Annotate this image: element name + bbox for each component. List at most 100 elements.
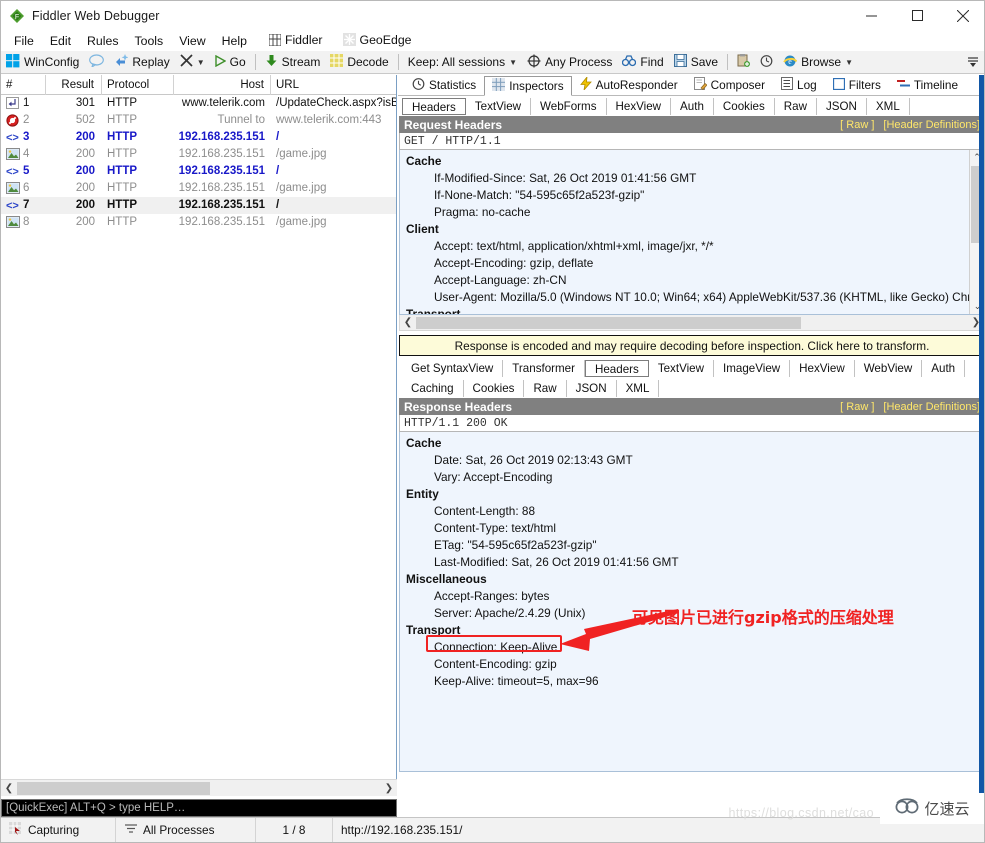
tab-inspectors[interactable]: Inspectors: [484, 76, 571, 96]
decode-button[interactable]: Decode: [325, 52, 393, 73]
tab-log[interactable]: Log: [773, 75, 825, 95]
maximize-button[interactable]: [894, 1, 940, 30]
timeline-stopwatch-button[interactable]: [755, 52, 778, 73]
response-header-definitions-link[interactable]: [Header Definitions]: [883, 401, 980, 413]
table-row[interactable]: 4200HTTP192.168.235.151/game.jpg: [1, 146, 396, 163]
header-item[interactable]: User-Agent: Mozilla/5.0 (Windows NT 10.0…: [406, 289, 984, 306]
header-item[interactable]: Date: Sat, 26 Oct 2019 02:13:43 GMT: [406, 452, 984, 469]
subtab-xml[interactable]: XML: [867, 98, 910, 115]
header-item[interactable]: Accept-Encoding: gzip, deflate: [406, 255, 984, 272]
table-row[interactable]: <>3200HTTP192.168.235.151/: [1, 129, 396, 146]
close-button[interactable]: [940, 1, 985, 30]
menu-view[interactable]: View: [171, 32, 213, 50]
request-header-definitions-link[interactable]: [Header Definitions]: [883, 119, 980, 131]
chevron-down-icon[interactable]: ▼: [197, 58, 205, 67]
quickexec-input[interactable]: [QuickExec] ALT+Q > type HELP…: [1, 799, 397, 817]
scroll-thumb[interactable]: [416, 317, 801, 329]
subtab-auth[interactable]: Auth: [671, 98, 714, 115]
header-item[interactable]: Content-Encoding: gzip: [406, 656, 984, 673]
status-capturing[interactable]: Capturing: [1, 818, 116, 843]
menu-rules[interactable]: Rules: [79, 32, 126, 50]
column-header-result[interactable]: Result: [46, 75, 102, 95]
header-item[interactable]: Content-Type: text/html: [406, 520, 984, 537]
header-item[interactable]: Content-Length: 88: [406, 503, 984, 520]
subtab-headers[interactable]: Headers: [402, 98, 466, 115]
header-item[interactable]: Vary: Accept-Encoding: [406, 469, 984, 486]
menu-tools[interactable]: Tools: [126, 32, 171, 50]
scroll-left-arrow-icon[interactable]: ❮: [1, 783, 17, 794]
tab-autoresponder[interactable]: AutoResponder: [572, 75, 686, 95]
subtab-hexview[interactable]: HexView: [790, 360, 855, 377]
subtab-cookies[interactable]: Cookies: [464, 380, 525, 397]
subtab-json[interactable]: JSON: [817, 98, 867, 115]
column-header-num[interactable]: #: [1, 75, 46, 95]
clipboard-button[interactable]: [732, 52, 755, 73]
header-item[interactable]: Accept-Language: zh-CN: [406, 272, 984, 289]
subtab-auth[interactable]: Auth: [922, 360, 965, 377]
header-item[interactable]: If-None-Match: "54-595c65f2a523f-gzip": [406, 187, 984, 204]
subtab-raw[interactable]: Raw: [524, 380, 566, 397]
table-row[interactable]: 8200HTTP192.168.235.151/game.jpg: [1, 214, 396, 231]
subtab-transformer[interactable]: Transformer: [503, 360, 585, 377]
subtab-cookies[interactable]: Cookies: [714, 98, 775, 115]
header-item[interactable]: Accept: text/html, application/xhtml+xml…: [406, 238, 984, 255]
replay-button[interactable]: Replay: [109, 52, 174, 73]
any-process-button[interactable]: Any Process: [522, 52, 617, 73]
subtab-xml[interactable]: XML: [617, 380, 660, 397]
column-header-protocol[interactable]: Protocol: [102, 75, 174, 95]
subtab-webview[interactable]: WebView: [855, 360, 923, 377]
table-row[interactable]: <>7200HTTP192.168.235.151/: [1, 197, 396, 214]
scroll-thumb[interactable]: [17, 782, 210, 795]
header-item[interactable]: Keep-Alive: timeout=5, max=96: [406, 673, 984, 690]
subtab-imageview[interactable]: ImageView: [714, 360, 790, 377]
tab-statistics[interactable]: Statistics: [404, 75, 484, 95]
toolbar-overflow-icon[interactable]: [963, 52, 985, 73]
table-row[interactable]: 2502HTTPTunnel towww.telerik.com:443: [1, 112, 396, 129]
subtab-hexview[interactable]: HexView: [607, 98, 672, 115]
clear-button[interactable]: ▼: [175, 52, 210, 73]
chevron-down-icon[interactable]: ▼: [845, 58, 853, 67]
browse-button[interactable]: e Browse ▼: [778, 52, 858, 73]
subtab-get-syntaxview[interactable]: Get SyntaxView: [402, 360, 503, 377]
keep-sessions-dropdown[interactable]: Keep: All sessions ▼: [403, 52, 522, 73]
stream-button[interactable]: Stream: [260, 52, 326, 73]
header-item[interactable]: If-Modified-Since: Sat, 26 Oct 2019 01:4…: [406, 170, 984, 187]
response-encoded-notice[interactable]: Response is encoded and may require deco…: [399, 335, 985, 356]
menu-geoedge[interactable]: GeoEdge: [335, 31, 420, 51]
scroll-left-arrow-icon[interactable]: ❮: [400, 317, 416, 328]
request-raw-link[interactable]: [ Raw ]: [840, 119, 874, 131]
chevron-down-icon[interactable]: ▼: [509, 58, 517, 67]
scroll-right-arrow-icon[interactable]: ❯: [381, 783, 397, 794]
header-item[interactable]: Pragma: no-cache: [406, 204, 984, 221]
comment-button[interactable]: [84, 52, 109, 73]
header-item[interactable]: ETag: "54-595c65f2a523f-gzip": [406, 537, 984, 554]
scroll-track[interactable]: [416, 316, 968, 330]
sessions-horizontal-scrollbar[interactable]: ❮ ❯: [1, 779, 397, 796]
status-process-filter[interactable]: All Processes: [116, 818, 256, 843]
subtab-textview[interactable]: TextView: [466, 98, 531, 115]
minimize-button[interactable]: [848, 1, 894, 30]
subtab-webforms[interactable]: WebForms: [531, 98, 606, 115]
subtab-headers[interactable]: Headers: [585, 360, 649, 377]
menu-fiddler[interactable]: Fiddler: [261, 31, 331, 51]
subtab-raw[interactable]: Raw: [775, 98, 817, 115]
table-row[interactable]: 6200HTTP192.168.235.151/game.jpg: [1, 180, 396, 197]
menu-help[interactable]: Help: [214, 32, 255, 50]
scroll-track[interactable]: [17, 781, 381, 796]
column-header-host[interactable]: Host: [174, 75, 271, 95]
save-button[interactable]: Save: [669, 52, 723, 73]
go-button[interactable]: Go: [210, 52, 251, 73]
table-row[interactable]: <>5200HTTP192.168.235.151/: [1, 163, 396, 180]
winconfig-button[interactable]: WinConfig: [1, 52, 84, 73]
menu-edit[interactable]: Edit: [42, 32, 79, 50]
tab-composer[interactable]: Composer: [686, 75, 773, 95]
subtab-caching[interactable]: Caching: [402, 380, 464, 397]
tab-timeline[interactable]: Timeline: [889, 75, 966, 95]
response-raw-link[interactable]: [ Raw ]: [840, 401, 874, 413]
column-header-url[interactable]: URL: [271, 75, 396, 95]
find-button[interactable]: Find: [617, 52, 668, 73]
request-horizontal-scrollbar[interactable]: ❮ ❯: [399, 315, 985, 331]
header-item[interactable]: Accept-Ranges: bytes: [406, 588, 984, 605]
table-row[interactable]: 1301HTTPwww.telerik.com/UpdateCheck.aspx…: [1, 95, 396, 112]
subtab-json[interactable]: JSON: [567, 380, 617, 397]
